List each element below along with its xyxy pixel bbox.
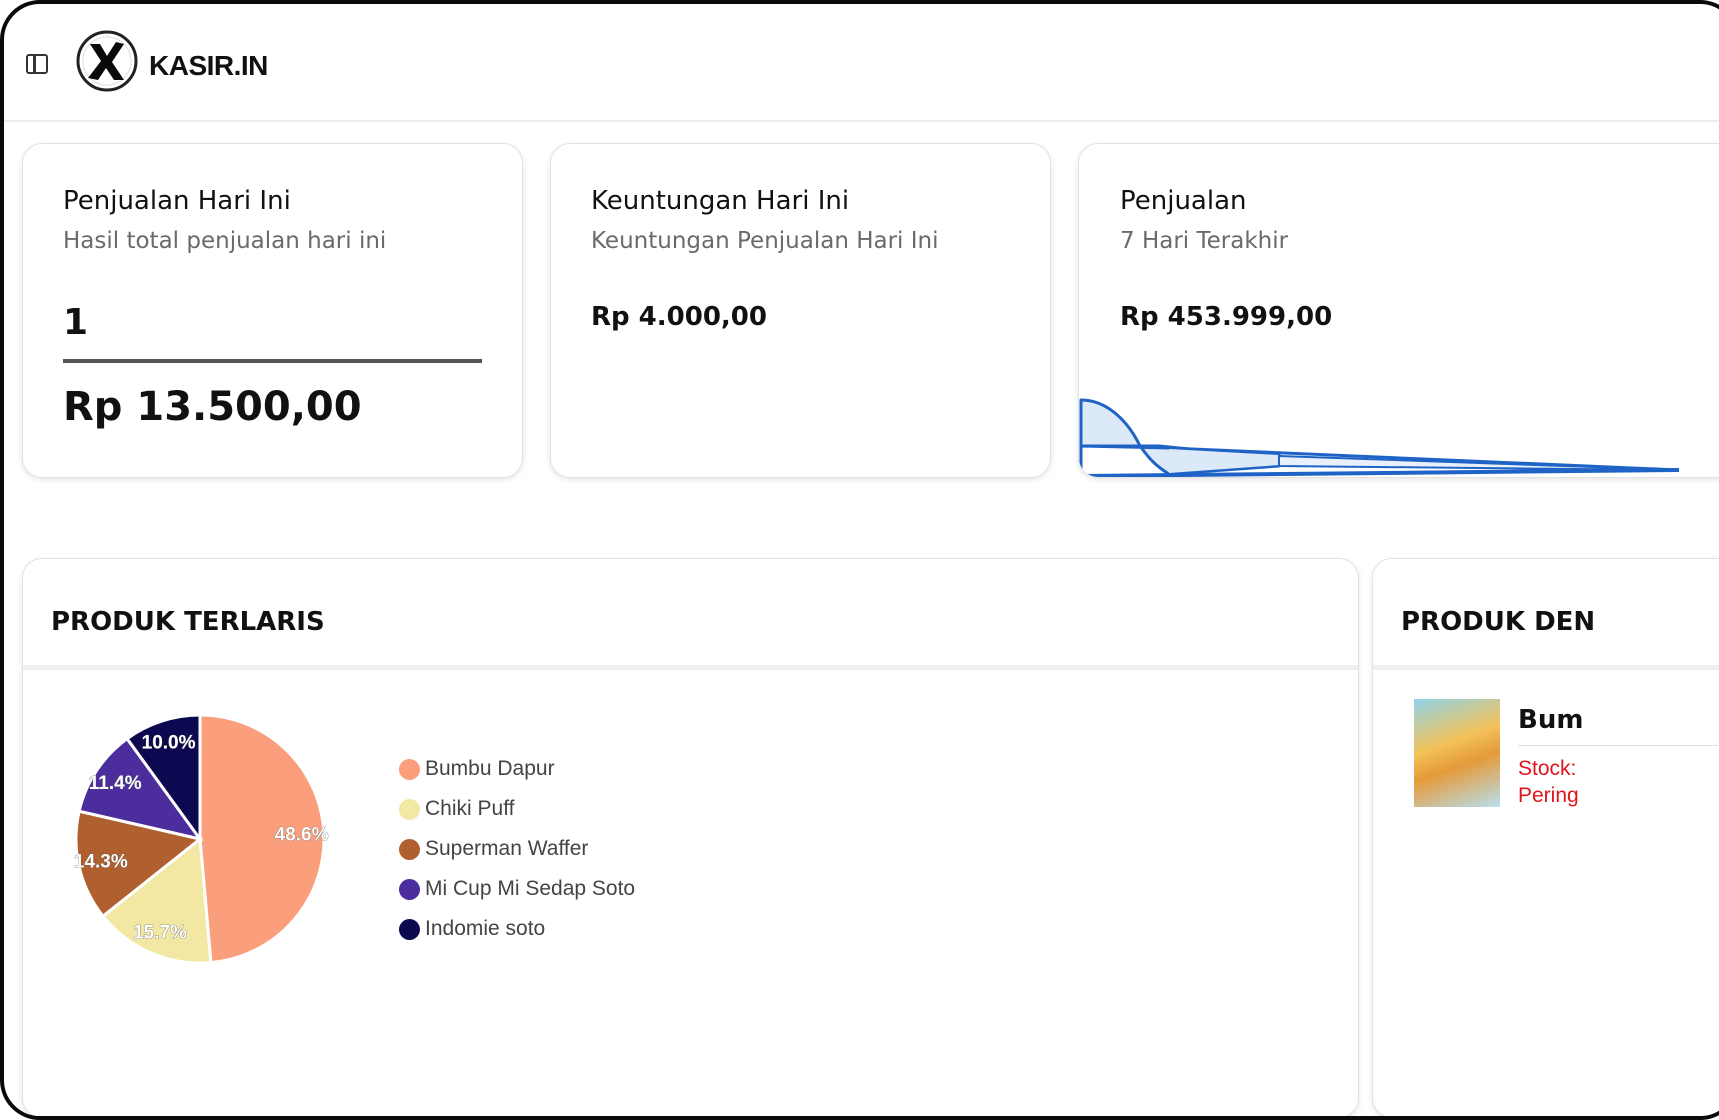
sales-sparkline [1079, 398, 1680, 477]
sales-week-amount: Rp 453.999,00 [1120, 302, 1333, 332]
legend-label: Indomie soto [425, 917, 546, 940]
legend-item[interactable]: Superman Waffer [399, 829, 635, 869]
section-title: PRODUK TERLARIS [51, 607, 325, 637]
divider [63, 359, 482, 363]
pie-slice-label: 14.3% [74, 851, 128, 872]
pie-slice-label: 11.4% [89, 773, 142, 794]
profit-today-card: Keuntungan Hari Ini Keuntungan Penjualan… [550, 143, 1051, 478]
card-title: Penjualan [1120, 186, 1247, 216]
divider [23, 665, 1358, 670]
card-subtitle: Hasil total penjualan hari ini [63, 228, 387, 254]
legend-swatch [399, 878, 420, 900]
sidebar-toggle-icon[interactable] [26, 54, 48, 74]
product-name[interactable]: Bum [1518, 705, 1583, 735]
legend-item[interactable]: Mi Cup Mi Sedap Soto [399, 869, 635, 909]
divider [1518, 745, 1718, 746]
card-subtitle: 7 Hari Terakhir [1120, 228, 1289, 254]
legend-label: Chiki Puff [425, 797, 515, 820]
pie-slice-label: 15.7% [133, 922, 187, 943]
legend-item[interactable]: Indomie soto [399, 909, 635, 949]
section-title: PRODUK DEN [1401, 607, 1596, 637]
card-title: Keuntungan Hari Ini [591, 186, 850, 216]
kasirin-logo[interactable] [76, 30, 138, 92]
transaction-count: 1 [63, 302, 89, 343]
best-sellers-card: PRODUK TERLARIS 48.6% 15.7% 14.3% 11.4% 10.0… [22, 558, 1359, 1116]
legend-item[interactable]: Chiki Puff [399, 789, 635, 829]
profit-today-amount: Rp 4.000,00 [591, 302, 767, 332]
legend-swatch [399, 758, 420, 780]
legend-item[interactable]: Bumbu Dapur [399, 749, 635, 789]
card-title: Penjualan Hari Ini [63, 186, 291, 216]
sales-today-amount: Rp 13.500,00 [63, 384, 362, 430]
sales-week-card: Penjualan 7 Hari Terakhir Rp 453.999,00 [1078, 143, 1719, 478]
chart-legend: Bumbu Dapur Chiki Puff Superman Waffer Mi C… [399, 749, 635, 949]
legend-swatch [399, 798, 420, 820]
product-image[interactable] [1414, 699, 1500, 807]
brand-name[interactable]: KASIR.IN [149, 50, 268, 82]
pie-slice-label: 48.6% [275, 825, 329, 846]
legend-label: Mi Cup Mi Sedap Soto [425, 877, 636, 900]
sales-today-card: Penjualan Hari Ini Hasil total penjualan… [22, 143, 523, 478]
low-stock-card: PRODUK DEN Bum Stock: Pering [1372, 558, 1719, 1116]
stock-text: Stock: [1518, 757, 1577, 780]
legend-label: Superman Waffer [425, 837, 589, 860]
app-window: KASIR.IN Penjualan Hari Ini Hasil total … [0, 0, 1719, 1120]
top-bar: KASIR.IN [4, 4, 1719, 122]
legend-swatch [399, 838, 420, 860]
legend-swatch [399, 918, 420, 940]
best-sellers-pie-chart: 48.6% 15.7% 14.3% 11.4%10.0% [74, 713, 329, 965]
legend-label: Bumbu Dapur [425, 757, 555, 780]
divider [1373, 665, 1719, 670]
pie-slice-label: 10.0% [142, 732, 196, 753]
card-subtitle: Keuntungan Penjualan Hari Ini [591, 228, 939, 254]
warning-text: Pering [1518, 784, 1579, 807]
